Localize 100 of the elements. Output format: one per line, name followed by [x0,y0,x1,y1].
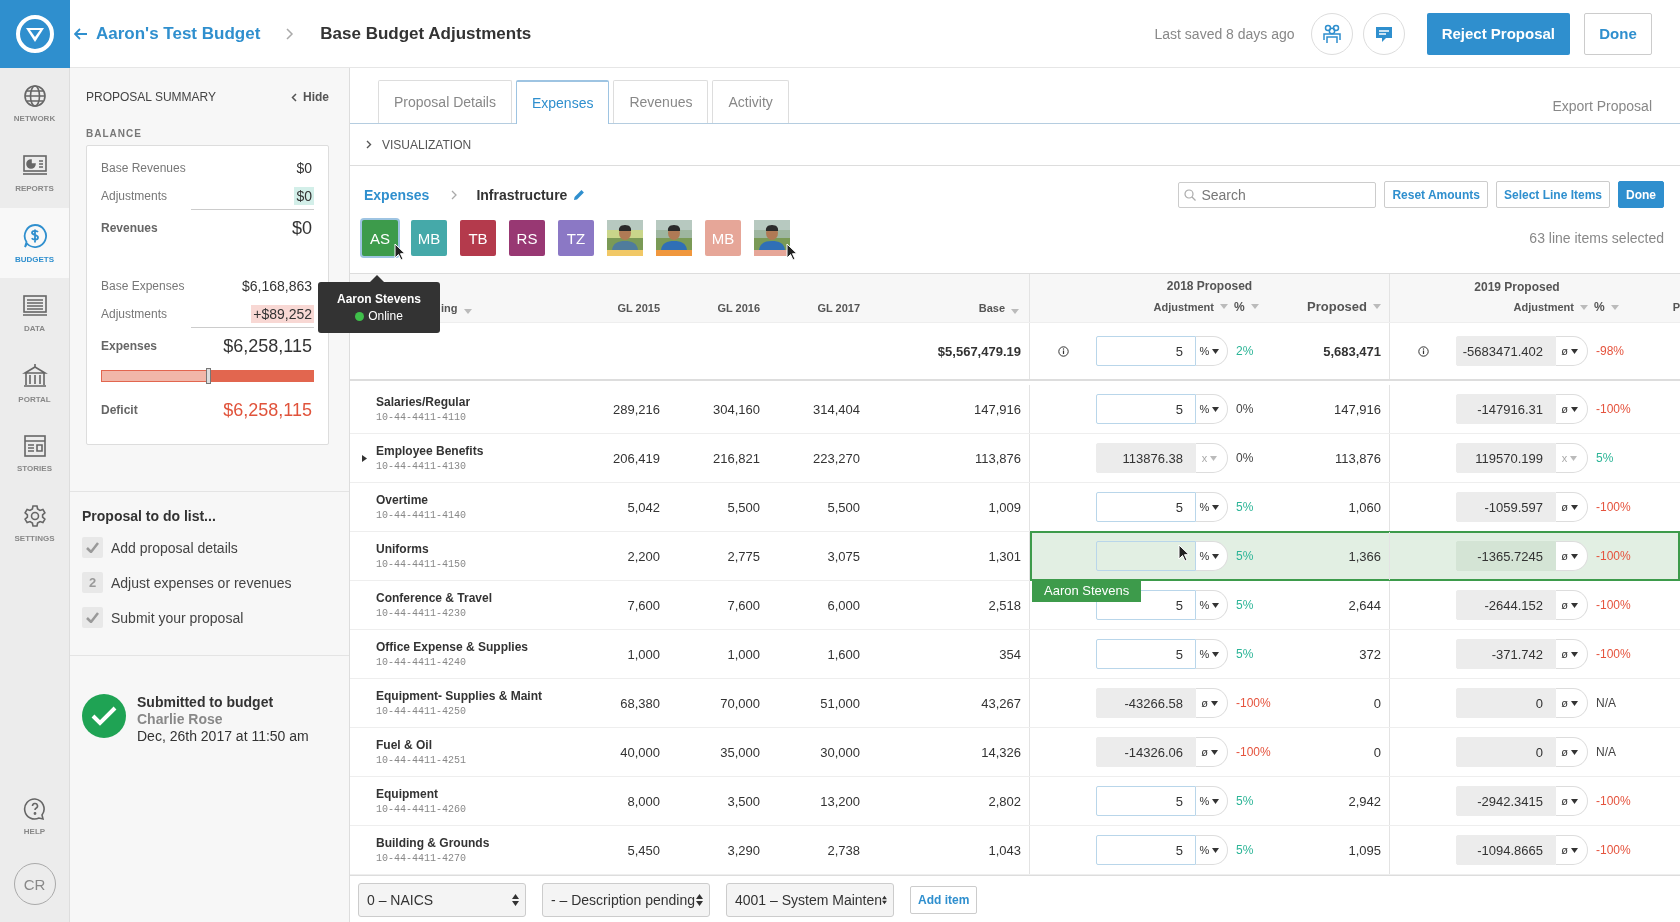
table-row[interactable]: Employee Benefits 10-44-4411-4130 206,419 216,821 223,270 113,876 113876.38 x 0% 113,876 119570.199 x 5% [350,434,1680,483]
unit-dropdown[interactable]: ø [1556,835,1588,865]
column-header[interactable]: % [1594,300,1605,314]
breadcrumb-link[interactable]: Expenses [364,186,430,203]
adjustment-field[interactable]: -14326.06 [1096,737,1196,767]
unit-dropdown[interactable]: ø [1556,737,1588,767]
user-avatar[interactable]: TB [460,220,496,256]
unit-dropdown[interactable]: % [1196,786,1228,816]
unit-dropdown[interactable]: ø [1556,639,1588,669]
column-header[interactable]: GL 2015 [617,302,660,314]
unit-dropdown[interactable]: ø [1556,394,1588,424]
adjustment-field[interactable]: 5 [1096,639,1196,669]
unit-dropdown[interactable]: % [1196,336,1228,366]
adjustment-field[interactable]: 5 [1096,492,1196,522]
expand-icon[interactable] [361,454,367,462]
unit-dropdown[interactable]: % [1196,492,1228,522]
adjustment-field[interactable]: -43266.58 [1096,688,1196,718]
sort-icon[interactable] [1580,304,1588,310]
tab[interactable]: Expenses [515,80,610,124]
column-header[interactable]: GL 2016 [717,302,760,314]
column-header[interactable]: GL 2017 [817,302,860,314]
column-header[interactable]: Base [978,302,1005,314]
adjustment-field[interactable]: 5 [1096,786,1196,816]
caret-icon [1570,749,1578,755]
sort-icon[interactable] [1250,304,1259,309]
unit-dropdown[interactable]: % [1196,394,1228,424]
unit-dropdown[interactable]: % [1196,590,1228,620]
checkbox[interactable] [82,537,103,558]
select-dropdown[interactable]: 4001 – System Mainten [726,882,894,917]
adjustment-field[interactable]: 5 [1096,336,1196,366]
sort-icon[interactable] [463,309,472,314]
toolbar-button[interactable]: Select Line Items [1495,181,1610,208]
hide-button[interactable]: Hide [291,90,329,104]
table-row[interactable]: Building & Grounds 10-44-4411-4270 5,450 3,290 2,738 1,043 5 % 5% 1,095 -1094.8665 ø -100% [350,826,1680,875]
sort-icon[interactable] [1011,309,1019,314]
dollar-icon [21,222,48,249]
unit-dropdown[interactable]: % [1196,541,1228,571]
unit-dropdown[interactable]: ø [1556,590,1588,620]
adjustment-field[interactable]: -147916.31 [1456,394,1556,424]
done-button[interactable]: Done [1584,12,1652,55]
user-avatar[interactable]: RS [509,220,545,256]
adjustment-field[interactable]: -371.742 [1456,639,1556,669]
sort-icon[interactable] [1220,304,1228,309]
table-row[interactable]: Fuel & Oil 10-44-4411-4251 40,000 35,000 30,000 14,326 -14326.06 ø -100% 0 0 ø N/A [350,728,1680,777]
adjustment-field[interactable]: 113876.38 [1096,443,1196,473]
select-dropdown[interactable]: - – Description pending [542,882,710,917]
toolbar-button[interactable]: Done [1618,181,1664,208]
adjustment-field[interactable]: -1365.7245 [1456,541,1556,571]
adjustment-field[interactable]: 0 [1456,688,1556,718]
tab[interactable]: Activity [712,80,789,123]
adjustment-field[interactable]: 119570.199 [1456,443,1556,473]
unit-dropdown[interactable]: ø [1196,688,1228,718]
unit-dropdown[interactable]: ø [1556,786,1588,816]
adjustment-field[interactable]: -1059.597 [1456,492,1556,522]
adjustment-field[interactable]: -5683471.402 [1456,336,1556,366]
info-icon[interactable] [1417,345,1429,357]
unit-dropdown[interactable]: % [1196,835,1228,865]
sort-icon[interactable] [1610,304,1619,310]
table-row[interactable]: Equipment 10-44-4411-4260 8,000 3,500 13,200 2,802 5 % 5% 2,942 -2942.3415 ø -100% [350,777,1680,826]
adjustment-field[interactable]: 5 [1096,835,1196,865]
unit-dropdown[interactable]: ø [1556,688,1588,718]
user-avatar[interactable] [656,220,692,256]
visualization-toggle[interactable]: VISUALIZATION [350,124,1680,166]
unit-dropdown[interactable]: ø [1556,492,1588,522]
export-link[interactable]: Export Proposal [1552,97,1652,114]
tab[interactable]: Revenues [613,80,709,123]
adjustment-field[interactable]: -2644.152 [1456,590,1556,620]
toolbar-button[interactable]: Reset Amounts [1384,181,1488,208]
tab[interactable]: Proposal Details [378,80,512,123]
select-dropdown[interactable]: 0 – NAICS [358,882,526,917]
unit-dropdown[interactable]: ø [1196,737,1228,767]
column-header[interactable]: Adjustment [1153,300,1214,313]
info-icon[interactable] [1057,345,1069,357]
logo-icon[interactable] [15,14,55,54]
user-avatar[interactable] [607,220,643,256]
search-field[interactable]: Search [1178,181,1377,208]
adjustment-field[interactable]: 0 [1456,737,1556,767]
column-header[interactable]: P [1672,301,1680,313]
checkbox[interactable] [82,607,103,628]
table-row[interactable]: Office Expense & Supplies 10-44-4411-4240 1,000 1,000 1,600 354 5 % 5% 372 -371.742 ø -100% [350,630,1680,679]
adjustment-field[interactable]: -2942.3415 [1456,786,1556,816]
pencil-icon[interactable] [573,188,586,201]
column-header[interactable]: Adjustment [1513,301,1574,313]
reject-proposal-button[interactable]: Reject Proposal [1426,12,1570,55]
back-link[interactable]: Aaron's Test Budget [74,23,261,44]
table-row[interactable]: Equipment- Supplies & Maint 10-44-4411-4250 68,380 70,000 51,000 43,267 -43266.58 ø -100% 0 0 ø N/A [350,679,1680,728]
table-row[interactable]: Salaries/Regular 10-44-4411-4110 289,216 304,160 314,404 147,916 5 % 0% 147,916 -147916.31 ø -100% [350,385,1680,434]
column-header[interactable]: % [1234,299,1245,314]
unit-dropdown[interactable]: % [1196,639,1228,669]
column-header[interactable]: Proposed [1307,299,1367,314]
sort-icon[interactable] [1373,304,1381,309]
adjustment-field[interactable]: 5 [1096,394,1196,424]
adjustment-field[interactable] [1096,541,1196,571]
column-header[interactable]: ing [441,302,458,314]
add-item-button[interactable]: Add item [910,885,978,914]
unit-dropdown[interactable]: ø [1556,336,1588,366]
unit-dropdown[interactable]: ø [1556,541,1588,571]
user-avatar[interactable]: TZ [558,220,594,256]
meter-handle[interactable] [205,368,211,384]
adjustment-field[interactable]: -1094.8665 [1456,835,1556,865]
